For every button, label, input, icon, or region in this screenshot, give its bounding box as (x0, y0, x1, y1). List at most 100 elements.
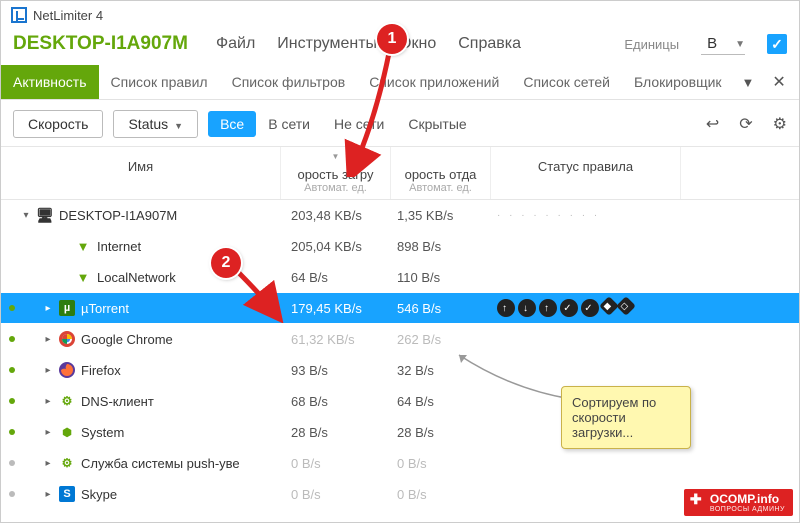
status-button[interactable]: Status▼ (113, 110, 198, 138)
col-ul-label: орость отда (405, 167, 477, 182)
row-download-speed: 0 B/s (281, 487, 391, 502)
table-row[interactable]: ▸Firefox93 B/s32 B/s (1, 355, 799, 386)
expand-toggle-icon[interactable]: ▸ (43, 396, 53, 407)
table-row[interactable]: ▸ Google Chrome 61,32 KB/s262 B/s (1, 324, 799, 355)
table-row[interactable]: ▾🖥DESKTOP-I1A907M203,48 KB/s1,35 KB/s· ·… (1, 200, 799, 231)
units-label: Единицы (624, 37, 679, 52)
row-download-speed: 205,04 KB/s (281, 239, 391, 254)
tab-nets[interactable]: Список сетей (511, 65, 622, 99)
desktop-icon: 🖥 (37, 207, 53, 223)
annotation-callout: Сортируем по скорости загрузки... (561, 386, 691, 449)
row-name: DNS-клиент (81, 394, 154, 409)
grid: Имя ▼ орость загру Автомат. ед. орость о… (1, 146, 799, 510)
nodes-icon: ⬢ (59, 424, 75, 440)
pill-all[interactable]: Все (208, 111, 256, 137)
gear-icon: ⚙ (59, 393, 75, 409)
pill-online[interactable]: В сети (256, 111, 322, 137)
app-title: NetLimiter 4 (33, 8, 103, 23)
grid-body: ▾🖥DESKTOP-I1A907M203,48 KB/s1,35 KB/s· ·… (1, 200, 799, 510)
expand-toggle-icon[interactable]: ▸ (43, 458, 53, 469)
annotation-badge-2: 2 (211, 248, 241, 278)
rule-status-dots: · · · · · · · · · (497, 210, 600, 221)
status-bullet-icon (9, 491, 15, 497)
expand-toggle-icon[interactable]: ▾ (21, 210, 31, 221)
undo-icon[interactable]: ↩ (706, 114, 719, 134)
pill-hidden[interactable]: Скрытые (396, 111, 478, 137)
row-download-speed: 28 B/s (281, 425, 391, 440)
row-download-speed: 61,32 KB/s (281, 332, 391, 347)
col-rule-status[interactable]: Статус правила (491, 147, 681, 199)
speed-button[interactable]: Скорость (13, 110, 103, 138)
titlebar: NetLimiter 4 (1, 1, 799, 27)
badge-hex2-icon[interactable]: ◇ (616, 296, 636, 316)
rule-status-badges[interactable]: ↑↓↑✓✓◆◇ (497, 299, 681, 317)
tab-activity[interactable]: Активность (1, 65, 99, 99)
row-download-speed: 0 B/s (281, 456, 391, 471)
table-row[interactable]: ▸ µ µTorrent 179,45 KB/s546 B/s ↑↓↑✓✓◆◇ (1, 293, 799, 324)
badge-up2-icon[interactable]: ↑ (539, 299, 557, 317)
tab-rules[interactable]: Список правил (99, 65, 220, 99)
refresh-icon[interactable]: ⟳ (739, 114, 752, 134)
col-dl-sub: Автомат. ед. (289, 182, 382, 194)
row-download-speed: 93 B/s (281, 363, 391, 378)
expand-toggle-icon[interactable]: ▸ (43, 334, 53, 345)
badge-up-icon[interactable]: ↑ (497, 299, 515, 317)
badge-check2-icon[interactable]: ✓ (581, 299, 599, 317)
hostname-label: DESKTOP-I1A907M (13, 33, 188, 55)
row-name: Google Chrome (81, 332, 173, 347)
row-upload-speed: 28 B/s (391, 425, 491, 440)
badge-check-icon[interactable]: ✓ (560, 299, 578, 317)
row-name: µTorrent (81, 301, 129, 316)
units-select[interactable]: B (701, 33, 745, 55)
row-name: Firefox (81, 363, 121, 378)
row-upload-speed: 262 B/s (391, 332, 491, 347)
filter-icon: ▼ (75, 238, 91, 254)
tab-filters[interactable]: Список фильтров (220, 65, 358, 99)
annotation-arrow-1 (341, 47, 401, 177)
badge-down-icon[interactable]: ↓ (518, 299, 536, 317)
table-row[interactable]: ▸⚙Служба системы push-уве0 B/s0 B/s (1, 448, 799, 479)
expand-toggle-icon[interactable]: ▸ (43, 489, 53, 500)
tabs-overflow-caret[interactable]: ▼ (734, 75, 763, 90)
utorrent-icon: µ (59, 300, 75, 316)
row-name: DESKTOP-I1A907M (59, 208, 177, 223)
table-row[interactable]: ▼ Internet 205,04 KB/s898 B/s (1, 231, 799, 262)
skype-icon: S (59, 486, 75, 502)
expand-toggle-icon[interactable]: ▸ (43, 303, 53, 314)
row-name: System (81, 425, 124, 440)
table-row[interactable]: ▸SSkype0 B/s0 B/s (1, 479, 799, 510)
row-upload-speed: 546 B/s (391, 301, 491, 316)
table-row[interactable]: ▼LocalNetwork64 B/s110 B/s (1, 262, 799, 293)
speed-button-label: Скорость (28, 116, 88, 132)
sort-indicator-icon: ▼ (332, 152, 340, 161)
status-button-label: Status (128, 116, 168, 132)
row-download-speed: 203,48 KB/s (281, 208, 391, 223)
menu-file[interactable]: Файл (216, 35, 255, 53)
firefox-icon (59, 362, 75, 378)
col-upload-speed[interactable]: орость отда Автомат. ед. (391, 147, 491, 199)
row-download-speed: 64 B/s (281, 270, 391, 285)
expand-toggle-icon[interactable]: ▸ (43, 427, 53, 438)
watermark-main: OCOMP.info (710, 492, 779, 506)
row-download-speed: 68 B/s (281, 394, 391, 409)
tab-blocker[interactable]: Блокировщик (622, 65, 734, 99)
col-name[interactable]: Имя (1, 147, 281, 199)
col-ul-sub: Автомат. ед. (399, 182, 482, 194)
toggle-checkbox[interactable]: ✓ (767, 34, 787, 54)
row-upload-speed: 110 B/s (391, 270, 491, 285)
row-name: LocalNetwork (97, 270, 176, 285)
row-name: Internet (97, 239, 141, 254)
status-bullet-icon (9, 367, 15, 373)
status-bullet-icon (9, 460, 15, 466)
row-upload-speed: 898 B/s (391, 239, 491, 254)
row-download-speed: 179,45 KB/s (281, 301, 391, 316)
settings-gear-icon[interactable]: ⚙ (773, 114, 787, 134)
annotation-badge-1: 1 (377, 24, 407, 54)
gear-icon: ⚙ (59, 455, 75, 471)
row-name: Служба системы push-уве (81, 456, 240, 471)
tab-close-icon[interactable]: ✕ (762, 72, 795, 92)
watermark-sub: ВОПРОСЫ АДМИНУ (710, 506, 785, 513)
chrome-icon (59, 331, 75, 347)
expand-toggle-icon[interactable]: ▸ (43, 365, 53, 376)
menu-help[interactable]: Справка (458, 35, 521, 53)
